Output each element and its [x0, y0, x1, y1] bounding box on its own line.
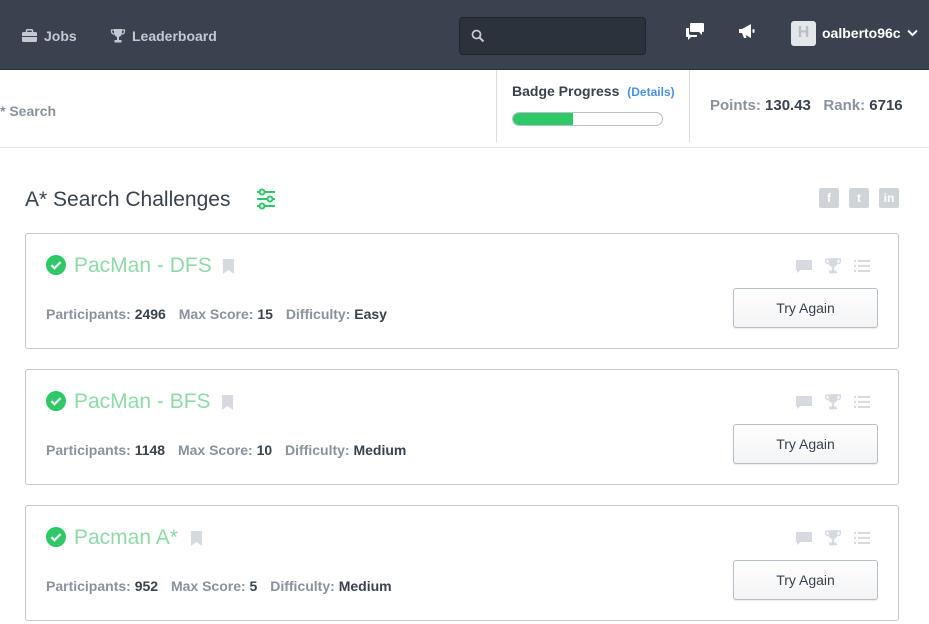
difficulty-label: Difficulty:: [285, 442, 350, 458]
challenge-meta: Participants: 952 Max Score: 5 Difficult…: [46, 578, 401, 594]
max-score-label: Max Score:: [177, 442, 253, 458]
max-score-label: Max Score:: [178, 306, 254, 322]
solved-check-icon: [46, 527, 66, 547]
difficulty-value: Medium: [353, 442, 407, 458]
participants-value: 2496: [134, 306, 166, 322]
list-icon[interactable]: [852, 257, 872, 275]
discussion-icon[interactable]: [794, 529, 814, 547]
difficulty-label: Difficulty:: [270, 578, 335, 594]
nav-leaderboard-link[interactable]: Leaderboard: [110, 27, 217, 45]
challenge-card: PacMan - DFS Participants: 2496 Max Scor…: [25, 233, 899, 349]
nav-jobs-link[interactable]: Jobs: [21, 27, 77, 45]
challenge-meta: Participants: 1148 Max Score: 10 Difficu…: [46, 442, 415, 458]
sub-header: * Search Badge Progress (Details) Points…: [0, 70, 929, 148]
discussion-icon[interactable]: [794, 393, 814, 411]
leaderboard-trophy-icon[interactable]: [823, 257, 843, 275]
messages-button[interactable]: [685, 22, 707, 42]
linkedin-share-icon[interactable]: in: [879, 188, 899, 208]
challenge-title[interactable]: Pacman A*: [74, 526, 178, 550]
leaderboard-trophy-icon[interactable]: [823, 529, 843, 547]
list-icon[interactable]: [852, 393, 872, 411]
twitter-share-icon[interactable]: t: [849, 188, 869, 208]
search-box: [459, 17, 646, 55]
points-label: Points:: [710, 97, 761, 114]
difficulty-value: Medium: [338, 578, 392, 594]
megaphone-icon: [739, 24, 755, 38]
avatar: H: [791, 20, 816, 46]
chat-bubbles-icon: [686, 23, 704, 40]
bookmark-icon[interactable]: [223, 259, 234, 274]
participants-label: Participants:: [46, 578, 131, 594]
badge-details-link[interactable]: (Details): [627, 85, 674, 99]
participants-label: Participants:: [46, 306, 131, 322]
leaderboard-trophy-icon[interactable]: [823, 393, 843, 411]
participants-label: Participants:: [46, 442, 131, 458]
points-rank: Points: 130.43 Rank: 6716: [710, 97, 903, 114]
max-score-value: 10: [256, 442, 273, 458]
challenge-title[interactable]: PacMan - BFS: [74, 390, 211, 414]
search-input[interactable]: [492, 24, 640, 48]
challenge-meta: Participants: 2496 Max Score: 15 Difficu…: [46, 306, 396, 322]
try-again-button[interactable]: Try Again: [733, 288, 878, 328]
divider: [689, 70, 690, 142]
top-navbar: Jobs Leaderboard H oalberto96c: [0, 0, 929, 70]
difficulty-label: Difficulty:: [285, 306, 351, 322]
challenge-tools: [794, 257, 881, 275]
max-score-label: Max Score:: [170, 578, 246, 594]
trophy-icon: [110, 29, 126, 43]
divider: [496, 70, 497, 142]
badge-progress-heading: Badge Progress (Details): [512, 83, 675, 99]
badge-progress-title: Badge Progress: [512, 83, 620, 99]
challenge-card: Pacman A* Participants: 952 Max Score: 5…: [25, 505, 899, 621]
solved-check-icon: [46, 391, 66, 411]
avatar-letter: H: [797, 24, 810, 41]
nav-leaderboard-label: Leaderboard: [132, 28, 217, 44]
max-score-value: 15: [257, 306, 273, 322]
challenge-card: PacMan - BFS Participants: 1148 Max Scor…: [25, 369, 899, 485]
difficulty-value: Easy: [354, 306, 387, 322]
briefcase-icon: [22, 29, 37, 42]
solved-check-icon: [46, 255, 66, 275]
bookmark-icon[interactable]: [191, 531, 202, 546]
max-score-value: 5: [249, 578, 258, 594]
discussion-icon[interactable]: [794, 257, 814, 275]
chevron-down-icon: [906, 29, 918, 37]
bookmark-icon[interactable]: [222, 395, 233, 410]
sliders-icon: [257, 188, 275, 210]
breadcrumb[interactable]: * Search: [0, 103, 56, 119]
filter-button[interactable]: [255, 188, 277, 215]
notifications-button[interactable]: [737, 22, 759, 42]
page-title: A* Search Challenges: [25, 188, 231, 211]
username: oalberto96c: [822, 25, 901, 41]
list-icon[interactable]: [852, 529, 872, 547]
nav-jobs-label: Jobs: [44, 28, 77, 44]
badge-progress-fill: [513, 113, 573, 125]
try-again-button[interactable]: Try Again: [733, 424, 878, 464]
rank-label: Rank:: [823, 97, 866, 114]
rank-value: 6716: [869, 97, 903, 114]
try-again-button[interactable]: Try Again: [733, 560, 878, 600]
points-value: 130.43: [765, 97, 811, 114]
participants-value: 1148: [134, 442, 166, 458]
search-icon: [471, 29, 485, 43]
challenge-title[interactable]: PacMan - DFS: [74, 254, 212, 278]
participants-value: 952: [134, 578, 159, 594]
challenge-tools: [794, 529, 881, 547]
challenge-tools: [794, 393, 881, 411]
facebook-share-icon[interactable]: f: [819, 188, 839, 208]
user-menu[interactable]: H oalberto96c: [791, 20, 918, 46]
badge-progress-bar: [512, 112, 663, 126]
